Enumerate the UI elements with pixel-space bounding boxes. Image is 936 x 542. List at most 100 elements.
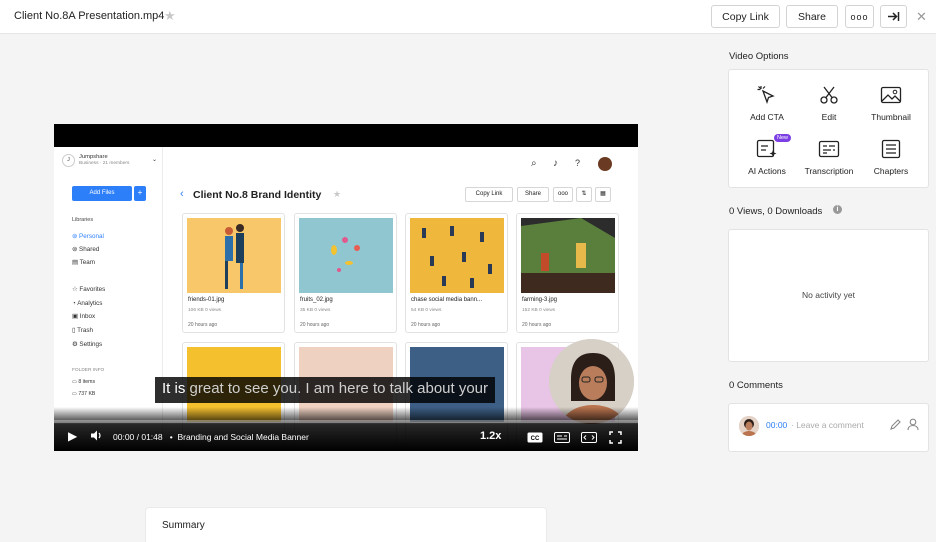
- copy-link-button[interactable]: Copy Link: [711, 5, 780, 28]
- draw-icon[interactable]: [889, 418, 902, 436]
- inner-copy-link: Copy Link: [465, 187, 513, 202]
- video-options-label: Video Options: [729, 51, 789, 62]
- file-card: friends-01.jpg 106 KB 0 views 20 hours a…: [182, 213, 285, 333]
- org-sub: Business · 21 members: [79, 161, 130, 166]
- new-badge: New: [774, 134, 792, 142]
- help-icon: ?: [575, 158, 581, 168]
- recorded-sidebar: J Jumpshare Business · 21 members ⌄ Add …: [54, 147, 163, 451]
- file-meta: 106 KB 0 views: [188, 308, 222, 313]
- file-name: fruits_02.jpg: [300, 297, 333, 303]
- file-card: chase social media bann... 54 KB 0 views…: [405, 213, 508, 333]
- thumbnail-image: [521, 218, 615, 293]
- org-name: Jumpshare: [79, 154, 108, 160]
- file-title: Client No.8A Presentation.mp4: [14, 10, 165, 22]
- close-icon[interactable]: ✕: [916, 9, 927, 25]
- file-name: friends-01.jpg: [188, 297, 225, 303]
- folder-items: ▭ 8 items: [72, 379, 96, 385]
- chapters-button[interactable]: Chapters: [860, 138, 922, 188]
- svg-text:CC: CC: [531, 436, 540, 442]
- file-meta: 152 KB 0 views: [522, 308, 556, 313]
- summary-title: Summary: [162, 520, 205, 531]
- caption-text: It is great to see you. I am here to tal…: [155, 377, 496, 403]
- scissors-icon: [820, 86, 838, 104]
- add-cta-button[interactable]: Add CTA: [736, 84, 798, 134]
- org-avatar: J: [62, 154, 75, 167]
- star-icon[interactable]: ★: [164, 8, 176, 24]
- comments-label: 0 Comments: [729, 380, 783, 391]
- views-downloads-label: 0 Views, 0 Downloads: [729, 206, 823, 217]
- image-icon: [880, 86, 902, 104]
- back-icon: ‹: [180, 188, 184, 200]
- video-player[interactable]: J Jumpshare Business · 21 members ⌄ Add …: [54, 124, 638, 451]
- chapters-icon: [881, 139, 901, 159]
- file-date: 20 hours ago: [188, 322, 218, 328]
- nav-analytics: ◔ Analytics: [72, 300, 103, 307]
- nav-trash: ▯ Trash: [72, 327, 93, 334]
- transcript-icon: [818, 140, 840, 158]
- edit-button[interactable]: Edit: [798, 84, 860, 134]
- folder-heading: Client No.8 Brand Identity: [193, 189, 322, 201]
- share-button[interactable]: Share: [786, 5, 838, 28]
- time-display: 00:00 / 01:48 • Branding and Social Medi…: [113, 432, 309, 442]
- transcript-toggle-icon[interactable]: [554, 432, 570, 446]
- inner-more: ooo: [553, 187, 573, 202]
- file-name: chase social media bann...: [411, 297, 483, 303]
- file-date: 20 hours ago: [300, 322, 330, 328]
- player-controls: ▶ 00:00 / 01:48 • Branding and Social Me…: [54, 407, 638, 451]
- captions-icon[interactable]: CC: [527, 432, 543, 446]
- sort-icon: ⇅: [576, 187, 592, 202]
- folder-info-header: FOLDER INFO: [72, 368, 105, 373]
- speed-control[interactable]: 1.2x: [480, 430, 501, 442]
- thumbnail-image: [187, 218, 281, 293]
- progress-bar[interactable]: [54, 420, 638, 423]
- user-icon[interactable]: [907, 418, 919, 436]
- team-icon: ▤: [72, 259, 80, 266]
- file-meta: 35 KB 0 views: [300, 308, 331, 313]
- transcription-button[interactable]: Transcription: [798, 138, 860, 188]
- file-card: fruits_02.jpg 35 KB 0 views 20 hours ago: [294, 213, 397, 333]
- comment-timestamp[interactable]: 00:00: [766, 420, 787, 430]
- nav-personal: ⊚ Personal: [72, 233, 104, 240]
- ai-actions-button[interactable]: New AI Actions: [736, 134, 798, 188]
- play-icon[interactable]: ▶: [68, 429, 77, 443]
- libraries-header: Libraries: [72, 217, 94, 223]
- avatar: [598, 157, 612, 171]
- volume-icon[interactable]: [90, 430, 103, 444]
- cursor-click-icon: [757, 86, 775, 104]
- comment-input[interactable]: · Leave a comment: [791, 420, 864, 430]
- nav-inbox: ▣ Inbox: [72, 313, 96, 320]
- theater-mode-icon[interactable]: [581, 432, 597, 446]
- add-plus-button: +: [134, 186, 146, 201]
- folder-icon: ⊚: [72, 233, 80, 240]
- shared-icon: ⊚: [72, 246, 80, 253]
- bell-icon: ♪: [553, 158, 558, 169]
- nav-shared: ⊚ Shared: [72, 246, 100, 253]
- top-bar: Client No.8A Presentation.mp4 ★ Copy Lin…: [0, 0, 936, 34]
- exit-panel-icon[interactable]: [880, 5, 907, 28]
- fullscreen-icon[interactable]: [609, 431, 622, 447]
- nav-settings: ⚙ Settings: [72, 341, 103, 348]
- search-icon: ⌕: [531, 158, 537, 169]
- video-frame: J Jumpshare Business · 21 members ⌄ Add …: [54, 147, 638, 451]
- thumbnail-button[interactable]: Thumbnail: [860, 84, 922, 134]
- file-name: farming-3.jpg: [522, 297, 558, 303]
- no-activity-text: No activity yet: [802, 290, 855, 300]
- star-icon: ★: [333, 189, 342, 199]
- add-files-button: Add Files: [72, 186, 132, 201]
- org-switcher: J Jumpshare Business · 21 members ⌄: [62, 154, 159, 168]
- chevron-down-icon: ⌄: [152, 157, 158, 163]
- thumbnail-image: [299, 218, 393, 293]
- activity-panel: No activity yet: [728, 229, 929, 362]
- inner-share: Share: [517, 187, 549, 202]
- folder-size: ▭ 737 KB: [72, 391, 96, 397]
- video-options-panel: Add CTA Edit Thumbnail New AI Actions Tr…: [728, 69, 929, 188]
- nav-team: ▤ Team: [72, 259, 95, 266]
- file-date: 20 hours ago: [411, 322, 441, 328]
- thumbnail-image: [410, 218, 504, 293]
- file-meta: 54 KB 0 views: [411, 308, 442, 313]
- comment-box[interactable]: 00:00 · Leave a comment: [728, 403, 929, 452]
- more-options-button[interactable]: ooo: [845, 5, 874, 28]
- avatar: [739, 416, 759, 436]
- nav-favorites: ☆ Favorites: [72, 286, 106, 293]
- info-icon[interactable]: i: [833, 205, 842, 214]
